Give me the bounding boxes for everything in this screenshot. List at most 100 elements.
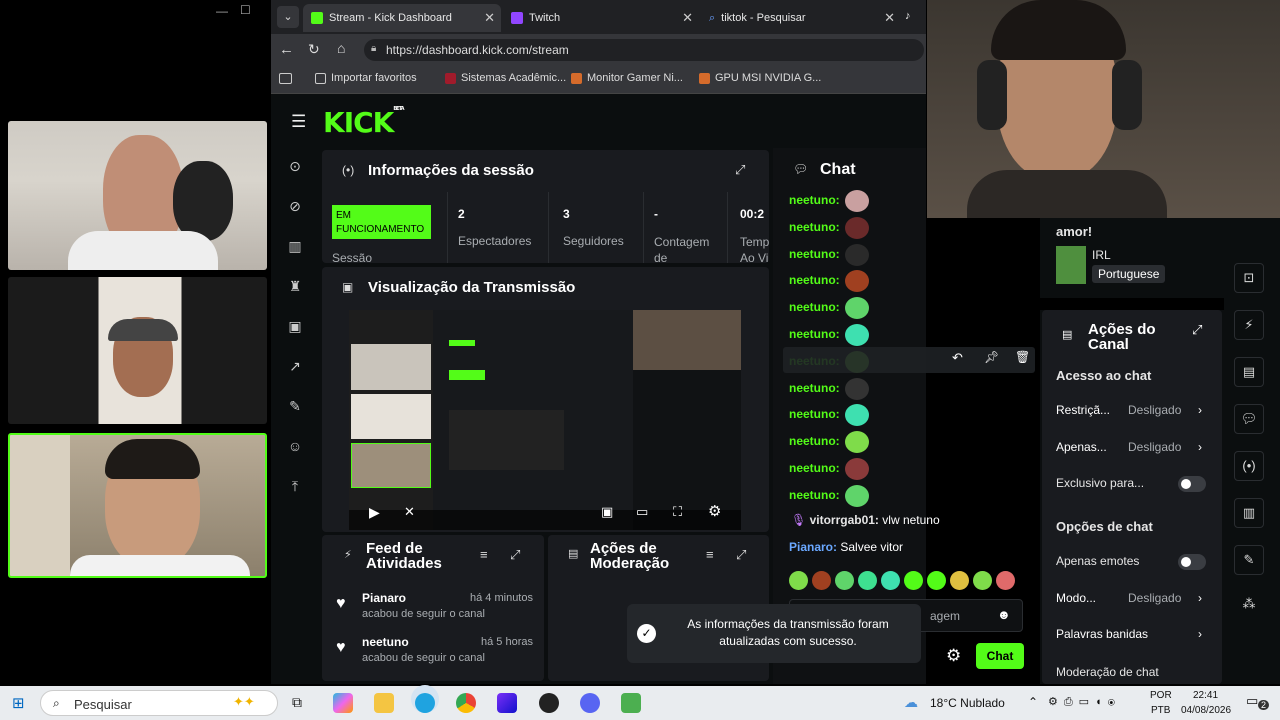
tab-tiktok-search[interactable]: ⌕ tiktok - Pesquisar ✕ <box>701 4 901 32</box>
bookmark-sistemas[interactable]: Sistemas Acadêmic... <box>445 72 566 84</box>
play-icon[interactable]: ▶ <box>369 504 380 521</box>
only-row[interactable]: Apenas... Desligado › <box>1056 440 1216 458</box>
chat-settings-icon[interactable]: ⚙ <box>946 646 961 666</box>
menu-icon[interactable]: ☰ <box>291 112 306 132</box>
filter-icon[interactable]: ≡ <box>480 547 488 562</box>
chat-username[interactable]: neetuno: <box>789 434 840 448</box>
mute-icon[interactable]: ✕ <box>404 504 415 520</box>
nodes-icon[interactable]: ⁂ <box>1234 590 1264 620</box>
chat-username[interactable]: neetuno: <box>789 461 840 475</box>
wrench-icon[interactable]: ✎ <box>1234 545 1264 575</box>
screen-icon[interactable]: ⊡ <box>1234 263 1264 293</box>
tiktok-favicon-icon[interactable]: ♪ <box>905 10 911 22</box>
copilot-app-icon[interactable] <box>333 693 353 713</box>
reload-icon[interactable]: ↻ <box>308 41 320 58</box>
windows-start-icon[interactable]: ⊞ <box>12 694 25 712</box>
emoji-icon[interactable]: ☻ <box>997 607 1011 622</box>
analytics-icon[interactable]: ▥ <box>287 238 303 254</box>
users-icon[interactable]: ☺ <box>287 438 303 454</box>
kick-logo[interactable]: KICKBETA <box>323 106 405 139</box>
restriction-row[interactable]: Restriçã... Desligado › <box>1056 403 1216 421</box>
close-tab-icon[interactable]: ✕ <box>884 10 895 26</box>
mode-row[interactable]: Modo... Desligado › <box>1056 591 1216 609</box>
close-tab-icon[interactable]: ✕ <box>682 10 693 26</box>
close-tab-icon[interactable]: ✕ <box>484 10 495 26</box>
expand-icon[interactable]: ⤢ <box>736 547 746 563</box>
settings-icon[interactable]: ⚙ <box>708 502 721 520</box>
filter-icon[interactable]: ≡ <box>706 547 714 562</box>
app-icon[interactable] <box>621 693 641 713</box>
emote-icon <box>845 270 869 293</box>
delete-icon[interactable]: 🗑︎ <box>1015 350 1030 364</box>
notes-icon[interactable]: ▤ <box>1234 357 1264 387</box>
bookmark-import[interactable]: Importar favoritos <box>315 72 417 84</box>
minimize-icon[interactable]: — <box>216 4 228 18</box>
emote-icon <box>845 431 869 454</box>
layout-icon[interactable]: ▥ <box>1234 498 1264 528</box>
chat-bubble-icon[interactable]: 💬︎ <box>1234 404 1264 434</box>
expand-icon[interactable]: ⤢ <box>735 162 745 178</box>
tray-icons[interactable]: ⚙⎙▭◖⦿ <box>1048 695 1121 709</box>
chat-username[interactable]: neetuno: <box>789 247 840 261</box>
category-thumbnail <box>1056 246 1086 284</box>
chat-username[interactable]: neetuno: <box>789 193 840 207</box>
bookmark-sidebar-icon[interactable] <box>279 73 292 84</box>
taskbar-search[interactable]: ⌕ Pesquisar ✦✦ <box>40 690 278 716</box>
channel-actions-card: ▤ Ações do Canal ⤢ Acesso ao chat Restri… <box>1042 310 1222 684</box>
edge-icon[interactable] <box>415 693 435 713</box>
bookmark-gpu[interactable]: GPU MSI NVIDIA G... <box>699 72 821 84</box>
chat-username[interactable]: neetuno: <box>789 407 840 421</box>
file-explorer-icon[interactable] <box>374 693 394 713</box>
status-label: Sessão <box>332 251 373 263</box>
chevron-right-icon: › <box>1198 440 1202 454</box>
tray-chevron-icon[interactable]: ⌃ <box>1028 695 1038 709</box>
maximize-icon[interactable]: ☐ <box>240 3 251 17</box>
discord-icon[interactable] <box>580 693 600 713</box>
wrench-icon[interactable]: ✎ <box>287 398 303 414</box>
video-icon[interactable]: ▣ <box>287 318 303 334</box>
chat-send-button[interactable]: Chat <box>976 643 1024 669</box>
expand-icon[interactable]: ⤢ <box>1192 322 1202 338</box>
language-badge: Portuguese <box>1092 265 1166 283</box>
url-field[interactable]: 🔒︎ https://dashboard.kick.com/stream <box>364 39 924 61</box>
pip-icon[interactable]: ▣ <box>601 504 613 520</box>
reply-icon[interactable]: ↶ <box>952 350 963 366</box>
fullscreen-icon[interactable]: ⛶ <box>673 504 682 520</box>
broadcast-icon[interactable]: (•) <box>1234 451 1264 481</box>
exclusive-toggle[interactable] <box>1178 476 1206 492</box>
task-view-icon[interactable]: ⧉ <box>292 694 302 711</box>
participant-video-3 <box>8 433 267 578</box>
chat-username[interactable]: neetuno: <box>789 488 840 502</box>
stream-preview[interactable] <box>349 310 741 530</box>
chevron-right-icon: › <box>1198 591 1202 605</box>
chat-username[interactable]: neetuno: <box>789 381 840 395</box>
emote-picker-row[interactable] <box>789 571 1024 591</box>
chat-username[interactable]: neetuno: <box>789 220 840 234</box>
tab-twitch[interactable]: Twitch ✕ <box>503 4 699 32</box>
obs-icon[interactable] <box>539 693 559 713</box>
emotes-only-toggle[interactable] <box>1178 554 1206 570</box>
chat-username[interactable]: neetuno: <box>789 300 840 314</box>
preview-title: Visualização da Transmissão <box>368 279 576 296</box>
chat-username[interactable]: neetuno: <box>789 327 840 341</box>
mic-badge-icon: 🎙︎ <box>791 513 807 527</box>
chat-username[interactable]: neetuno: <box>789 273 840 287</box>
theater-icon[interactable]: ▭ <box>636 504 648 520</box>
notification-icon[interactable]: ▭ <box>1246 693 1258 709</box>
expand-icon[interactable]: ⤢ <box>510 547 520 563</box>
upload-icon[interactable]: ⤒ <box>287 478 303 494</box>
stream-icon[interactable]: ⊙ <box>287 158 303 174</box>
banned-words-row[interactable]: Palavras banidas › <box>1056 627 1216 645</box>
pin-icon[interactable]: 📌︎ <box>984 350 999 364</box>
tab-list-icon[interactable]: ⌄ <box>277 6 299 28</box>
tab-kick-dashboard[interactable]: Stream - Kick Dashboard ✕ <box>303 4 501 32</box>
back-icon[interactable]: ← <box>279 41 294 58</box>
store-icon[interactable] <box>497 693 517 713</box>
chart-icon[interactable]: ↗ <box>287 358 303 374</box>
bookmark-monitor[interactable]: Monitor Gamer Ni... <box>571 72 683 84</box>
trophy-icon[interactable]: ♜ <box>287 278 303 294</box>
bolt-icon[interactable]: ⚡ <box>1234 310 1264 340</box>
link-icon[interactable]: ⊘ <box>287 198 303 214</box>
home-icon[interactable]: ⌂ <box>337 40 345 56</box>
chrome-icon[interactable] <box>456 693 476 713</box>
